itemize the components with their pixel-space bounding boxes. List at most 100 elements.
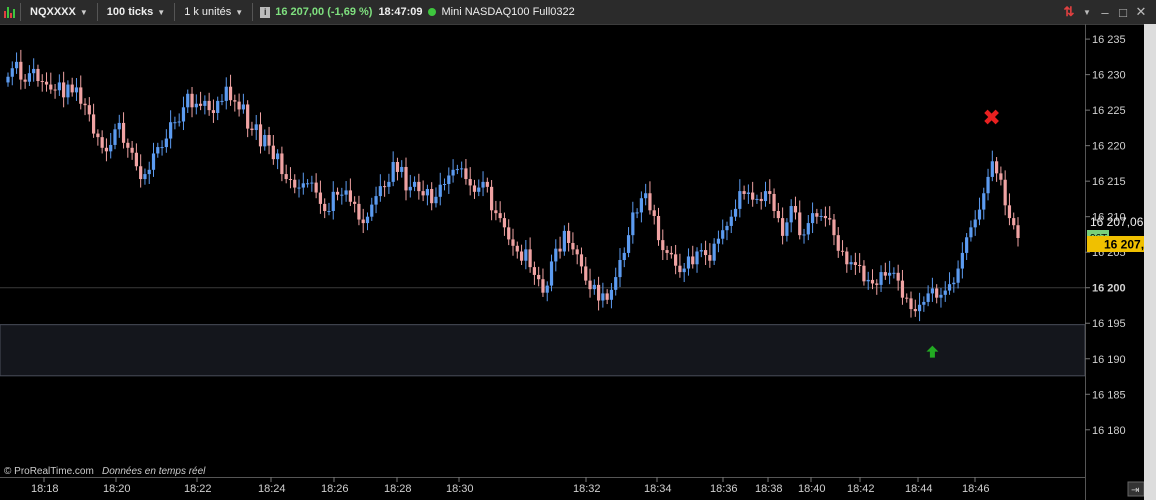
footer: © ProRealTime.com Données en temps réel [4, 466, 206, 477]
candle-body [70, 84, 74, 93]
y-tick-label: 16 200 [1092, 283, 1126, 295]
candle-body [502, 218, 507, 228]
caret-down-icon: ▼ [157, 7, 166, 17]
scroll-end-button[interactable]: ⇥ [1127, 481, 1144, 497]
candle-body [190, 93, 194, 108]
candle-body [130, 147, 134, 153]
candle-body [271, 145, 275, 160]
candle-body [323, 203, 327, 212]
candle-body [845, 251, 849, 265]
candle-body [203, 100, 207, 106]
y-tick-label: 16 215 [1092, 176, 1126, 188]
candle-body [335, 191, 340, 195]
time-axis[interactable]: 18:18 18:20 18:22 18:24 18:26 18:28 18:30 18:32… [31, 477, 990, 495]
price-chart[interactable]: ✖ 16 18016 18516 19016 19516 20016 20516… [0, 24, 1144, 500]
caret-down-icon: ▼ [235, 7, 244, 17]
candle-body [1007, 205, 1012, 219]
y-tick-label: 16 185 [1092, 389, 1126, 401]
candle-body [198, 103, 203, 106]
timeframe-selector[interactable]: 100 ticks ▼ [103, 6, 169, 18]
candle-body [121, 122, 126, 143]
minimize-icon[interactable]: – [1096, 5, 1114, 20]
units-selector[interactable]: 1 k unités ▼ [180, 6, 247, 18]
y-tick-label: 16 235 [1092, 34, 1126, 46]
candle-body [935, 288, 939, 298]
candle-body [438, 184, 442, 197]
timeframe-label: 100 ticks [106, 6, 154, 18]
candle-body [434, 196, 438, 204]
x-tick-label: 18:30 [446, 483, 474, 495]
candle-body [361, 219, 365, 224]
candle-body [742, 191, 746, 194]
x-tick-label: 18:22 [184, 483, 212, 495]
candle-body [772, 193, 776, 212]
candle-body [477, 187, 481, 192]
candle-body [661, 240, 665, 251]
candle-body [622, 252, 626, 261]
maximize-icon[interactable]: □ [1114, 5, 1132, 20]
candle-body [207, 100, 211, 111]
candle-body [674, 254, 678, 266]
candle-body [117, 122, 121, 130]
candle-body [858, 264, 862, 266]
candle-body [164, 138, 168, 148]
candle-body [965, 237, 969, 253]
candle-body [815, 213, 819, 217]
candle-body [87, 105, 91, 115]
candle-body [947, 284, 952, 291]
price-change: 16 207,00 (-1,69 %) [275, 6, 373, 18]
candle-body [601, 293, 605, 301]
candle-body [982, 193, 986, 210]
instrument-name: Mini NASDAQ100 Full0322 [441, 6, 575, 18]
candle-body [1016, 225, 1020, 238]
candle-body [96, 133, 100, 138]
candle-body [584, 266, 588, 281]
x-tick-label: 18:24 [258, 483, 286, 495]
dropdown-icon[interactable]: ▼ [1078, 8, 1096, 17]
y-tick-label: 16 195 [1092, 318, 1126, 330]
candle-body [447, 175, 451, 185]
toolbar-divider [252, 3, 254, 21]
candle-body [802, 234, 806, 236]
candle-body [994, 161, 999, 174]
candle-body [515, 245, 519, 252]
candle-body [840, 250, 845, 252]
candle-body [785, 222, 789, 236]
candle-body [853, 262, 857, 265]
candle-body [353, 201, 357, 204]
candle-body [558, 248, 562, 252]
close-icon[interactable]: ✕ [1132, 4, 1150, 20]
toolbar: NQXXXX ▼ 100 ticks ▼ 1 k unités ▼ i 16 2… [0, 0, 1156, 25]
x-tick-label: 18:26 [321, 483, 349, 495]
candle-body [930, 288, 935, 294]
candle-body [746, 192, 750, 194]
candle-body [348, 190, 352, 202]
symbol-selector[interactable]: NQXXXX ▼ [26, 6, 92, 18]
last-price-badges: 16 207,06 96T 16 207,00 [1087, 215, 1144, 252]
candle-body [567, 230, 571, 243]
x-tick-label: 18:34 [644, 483, 672, 495]
candle-body [883, 272, 887, 276]
candle-body [109, 144, 113, 152]
candle-body [464, 168, 468, 180]
x-tick-label: 18:20 [103, 483, 131, 495]
candle-body [691, 256, 695, 265]
sync-icon[interactable]: ⇅ [1060, 4, 1078, 20]
candle-body [173, 122, 177, 124]
candle-body [489, 186, 494, 211]
candle-body [875, 283, 879, 285]
candle-body [913, 309, 917, 312]
sell-signal-icon: ✖ [982, 106, 1000, 131]
candle-body [365, 216, 370, 224]
candle-body [618, 260, 622, 278]
info-icon[interactable]: i [260, 6, 271, 18]
candle-body [412, 181, 417, 187]
candle-body [263, 135, 267, 147]
candle-body [340, 194, 344, 196]
candle-body [656, 215, 661, 241]
x-tick-label: 18:42 [847, 483, 875, 495]
toolbar-divider [174, 3, 176, 21]
chart-icon[interactable] [4, 6, 15, 18]
y-tick-label: 16 190 [1092, 354, 1126, 366]
last-price-line-label: 16 207,06 [1090, 215, 1144, 229]
